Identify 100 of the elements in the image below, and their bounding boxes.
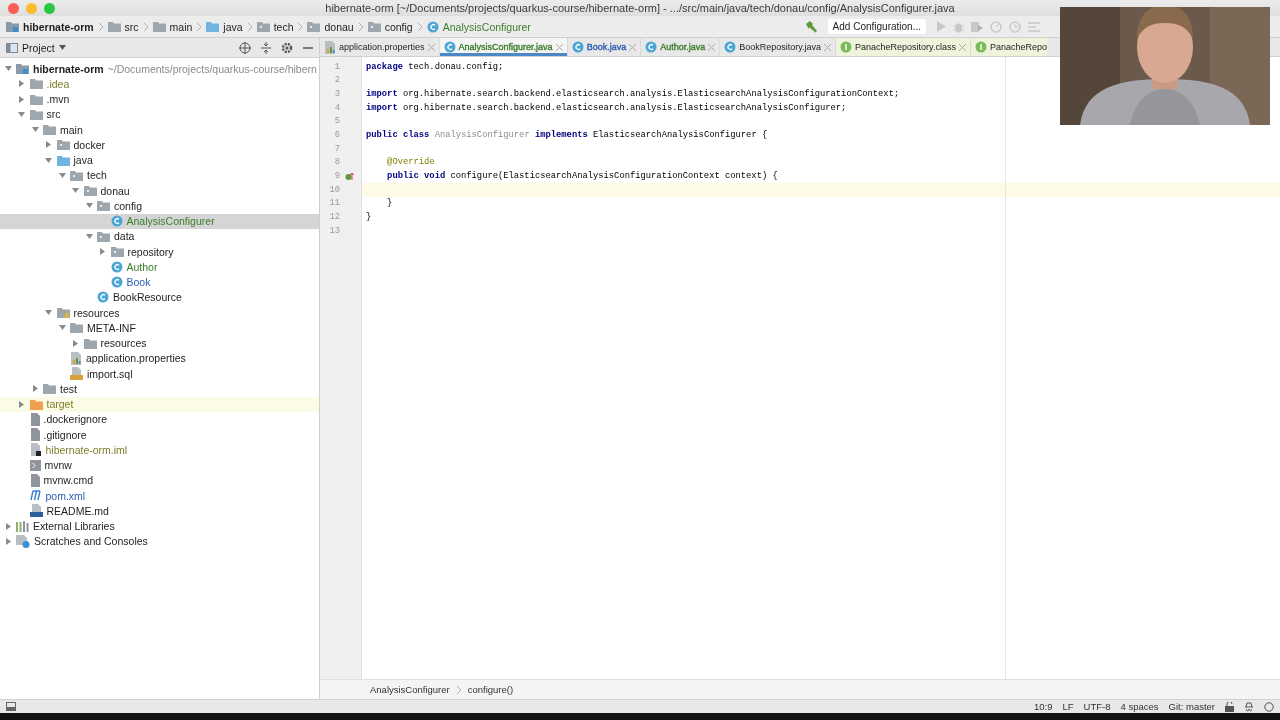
breadcrumb-item[interactable]: tech bbox=[273, 20, 294, 33]
line-number: 13 bbox=[328, 225, 340, 236]
breadcrumb-item[interactable]: hibernate-orm bbox=[23, 20, 94, 33]
coverage-icon[interactable] bbox=[971, 20, 983, 33]
class-icon bbox=[110, 260, 123, 273]
editor-tab[interactable]: PanacheRepo bbox=[970, 38, 1047, 56]
hammer-icon[interactable] bbox=[804, 20, 818, 33]
tree-item[interactable]: .dockerignore bbox=[0, 411, 319, 427]
tree-item[interactable]: hibernate-orm.iml bbox=[0, 442, 319, 458]
tree-item[interactable]: .mvn bbox=[0, 91, 319, 107]
package-icon bbox=[97, 200, 110, 212]
close-icon[interactable] bbox=[708, 43, 716, 51]
collapse-icon[interactable] bbox=[261, 41, 271, 54]
lock-icon[interactable] bbox=[1225, 701, 1234, 712]
file-icon bbox=[29, 473, 40, 487]
close-icon[interactable] bbox=[629, 43, 637, 51]
chevron-icon bbox=[357, 21, 364, 32]
class-icon bbox=[443, 41, 456, 53]
class-icon bbox=[426, 20, 439, 33]
tree-item[interactable]: resources bbox=[0, 335, 319, 351]
breadcrumb-item[interactable]: donau bbox=[324, 20, 354, 33]
editor-tab[interactable]: AnalysisConfigurer.java bbox=[439, 38, 568, 56]
expanded-arrow-icon bbox=[45, 310, 52, 316]
project-view-dropdown[interactable]: Project bbox=[22, 41, 66, 54]
tree-item[interactable]: resources bbox=[0, 305, 319, 321]
breadcrumb-item[interactable]: src bbox=[124, 20, 139, 33]
breadcrumb-item[interactable]: AnalysisConfigurer bbox=[370, 684, 450, 695]
chat-icon[interactable] bbox=[1264, 701, 1274, 712]
status-item[interactable]: LF bbox=[1062, 701, 1074, 712]
profiler-icon[interactable] bbox=[990, 20, 1002, 33]
run-icon[interactable] bbox=[936, 21, 946, 32]
tree-item[interactable]: Book bbox=[0, 274, 319, 290]
breadcrumb-item[interactable]: configure() bbox=[467, 684, 514, 695]
collapsed-arrow-icon bbox=[46, 141, 51, 149]
close-icon[interactable] bbox=[958, 43, 966, 51]
status-item[interactable]: Git: master bbox=[1168, 701, 1215, 712]
status-item[interactable]: UTF-8 bbox=[1083, 701, 1111, 712]
tree-item[interactable]: docker bbox=[0, 137, 319, 153]
tree-item-label: hibernate-orm.iml bbox=[45, 443, 128, 456]
layout-icon[interactable] bbox=[6, 702, 16, 711]
clock-icon[interactable] bbox=[1009, 20, 1021, 33]
window-title: hibernate-orm [~/Documents/projects/quarkus-course/hibernate-orm] - .../src/main/java/tech/donau/config/AnalysisConfigurer.java bbox=[325, 2, 955, 14]
tree-item[interactable]: BookResource bbox=[0, 289, 319, 305]
package-icon bbox=[97, 230, 110, 242]
tree-item[interactable]: src bbox=[0, 106, 319, 122]
tree-item[interactable]: Author bbox=[0, 259, 319, 275]
tree-item[interactable]: main bbox=[0, 122, 319, 138]
expanded-arrow-icon bbox=[85, 233, 93, 239]
expanded-arrow-icon bbox=[31, 127, 39, 133]
breadcrumb-item[interactable]: java bbox=[223, 20, 243, 33]
editor-tab[interactable]: Book.java bbox=[567, 38, 642, 56]
tree-item[interactable]: META-INF bbox=[0, 320, 319, 336]
tree-item[interactable]: config bbox=[0, 198, 319, 214]
editor-tab[interactable]: PanacheRepository.class bbox=[836, 38, 971, 56]
tree-item[interactable]: Scratches and Consoles bbox=[0, 533, 319, 549]
list-icon[interactable] bbox=[1028, 21, 1040, 32]
close-icon[interactable] bbox=[427, 43, 435, 51]
expanded-arrow-icon bbox=[45, 157, 52, 163]
tree-item[interactable]: test bbox=[0, 381, 319, 397]
tree-item[interactable]: README.md bbox=[0, 503, 319, 519]
tree-item[interactable]: pom.xml bbox=[0, 488, 319, 504]
tree-item[interactable]: External Libraries bbox=[0, 518, 319, 534]
tree-item[interactable]: mvnw.cmd bbox=[0, 472, 319, 488]
close-icon[interactable] bbox=[555, 43, 563, 51]
tree-item[interactable]: donau bbox=[0, 183, 319, 199]
zoom-window-button[interactable] bbox=[44, 2, 55, 14]
breadcrumb-item[interactable]: config bbox=[384, 20, 413, 33]
tree-item[interactable]: repository bbox=[0, 244, 319, 260]
tree-item[interactable]: hibernate-orm ~/Documents/projects/quarkus-course/hibern bbox=[0, 61, 319, 77]
minimize-window-button[interactable] bbox=[26, 2, 37, 14]
line-number: 8 bbox=[333, 157, 340, 168]
editor-tab[interactable]: Author.java bbox=[641, 38, 721, 56]
tree-item[interactable]: tech bbox=[0, 167, 319, 183]
close-icon[interactable] bbox=[824, 43, 832, 51]
status-item[interactable]: 4 spaces bbox=[1120, 701, 1159, 712]
folder-icon bbox=[56, 154, 70, 166]
editor-tab[interactable]: application.properties bbox=[320, 38, 440, 56]
line-number: 12 bbox=[328, 212, 340, 223]
crosshair-icon[interactable] bbox=[239, 41, 251, 54]
tree-item[interactable]: java bbox=[0, 152, 319, 168]
breadcrumb-item[interactable]: main bbox=[169, 20, 193, 33]
tree-item[interactable]: AnalysisConfigurer bbox=[0, 213, 319, 229]
tree-item[interactable]: application.properties bbox=[0, 350, 319, 366]
tree-item[interactable]: target bbox=[0, 396, 319, 412]
line-number: 10 bbox=[328, 184, 340, 195]
tree-item[interactable]: data bbox=[0, 228, 319, 244]
settings-icon[interactable] bbox=[281, 41, 293, 54]
chevron-icon bbox=[97, 21, 104, 32]
status-item[interactable]: 10:9 bbox=[1034, 701, 1053, 712]
add-configuration-button[interactable]: Add Configuration... bbox=[827, 19, 926, 34]
tree-item[interactable]: mvnw bbox=[0, 457, 319, 473]
tree-item[interactable]: .idea bbox=[0, 76, 319, 92]
override-icon[interactable] bbox=[345, 171, 354, 181]
close-window-button[interactable] bbox=[8, 2, 19, 14]
breadcrumb-item[interactable]: AnalysisConfigurer bbox=[442, 20, 531, 33]
tree-item[interactable]: import.sql bbox=[0, 366, 319, 382]
tree-item[interactable]: .gitignore bbox=[0, 427, 319, 443]
folder-icon bbox=[43, 124, 56, 136]
module-file-icon bbox=[29, 443, 42, 457]
inspector-icon[interactable] bbox=[1244, 701, 1254, 712]
